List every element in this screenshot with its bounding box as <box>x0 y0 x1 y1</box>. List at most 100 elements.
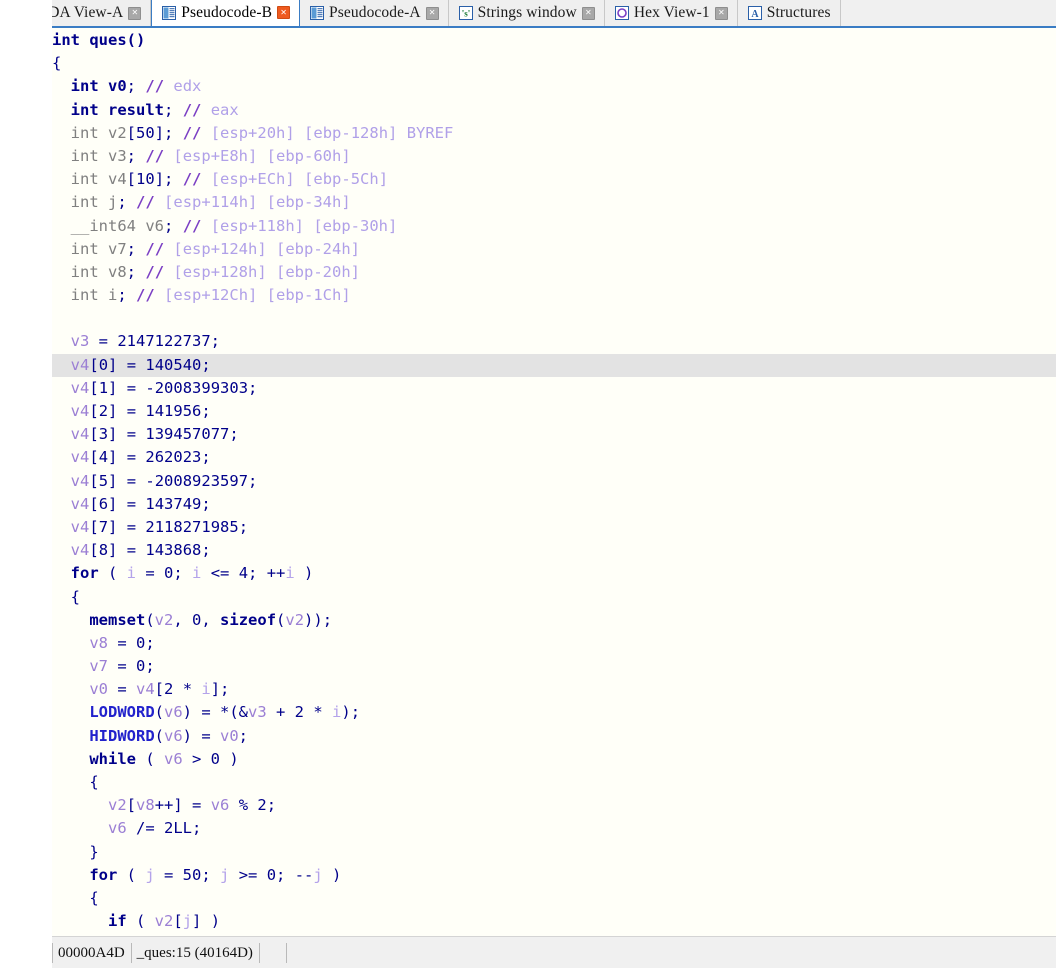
line-source: int i; // [esp+12Ch] [ebp-1Ch] <box>70 286 351 305</box>
tab-label: Hex View-1 <box>633 4 710 21</box>
line-source: v6 /= 2LL; <box>108 819 202 838</box>
code-line[interactable]: 18 v4[3] = 139457077; <box>0 423 1056 447</box>
svg-text:A: A <box>751 9 759 20</box>
line-source <box>52 307 1056 330</box>
status-offset: 00000A4D <box>52 942 132 963</box>
tab-label: Pseudocode-A <box>329 4 421 21</box>
code-line[interactable]: 5 int v2[50]; // [esp+20h] [ebp-128h] BY… <box>0 121 1056 145</box>
structures-icon: A <box>747 6 762 20</box>
code-line[interactable]: 37 for ( j = 50; j >= 0; --j ) <box>0 863 1056 887</box>
line-source: v4[8] = 143868; <box>70 541 211 560</box>
code-line[interactable]: 36 } <box>0 840 1056 864</box>
document-icon <box>162 5 177 20</box>
code-line[interactable]: 3 int v0; // edx <box>0 75 1056 99</box>
code-line[interactable]: 30 LODWORD(v6) = *(&v3 + 2 * i); <box>0 701 1056 725</box>
line-source: v8 = 0; <box>89 633 155 652</box>
tab-bar[interactable]: IDA View-A Pseudocode-B Pseudocode-A 's' Str… <box>0 0 1056 28</box>
tab-label: Pseudocode-B <box>181 3 273 21</box>
tab-hex-view-1[interactable]: Hex View-1 <box>604 0 738 26</box>
document-icon <box>310 6 325 20</box>
close-icon[interactable] <box>425 6 439 20</box>
line-source: v2[v8++] = v6 % 2; <box>108 796 277 815</box>
line-source: } <box>52 842 99 861</box>
pseudocode-editor[interactable]: 1int ques()2{3 int v0; // edx4 int resul… <box>0 28 1056 936</box>
line-source: { <box>52 587 80 606</box>
code-line[interactable]: 34 v2[v8++] = v6 % 2; <box>0 794 1056 818</box>
line-source: if ( v2[j] ) <box>108 912 221 931</box>
code-line[interactable]: 17 v4[2] = 141956; <box>0 400 1056 424</box>
line-source: int v2[50]; // [esp+20h] [ebp-128h] BYRE… <box>70 123 454 142</box>
code-line[interactable]: 7 int v4[10]; // [esp+ECh] [ebp-5Ch] <box>0 168 1056 192</box>
status-bar: 00000A4D _ques:15 (40164D) <box>0 0 1056 968</box>
code-line[interactable]: 19 v4[4] = 262023; <box>0 446 1056 470</box>
code-line[interactable]: 11 int v8; // [esp+128h] [ebp-20h] <box>0 260 1056 285</box>
code-line[interactable]: 23 v4[8] = 143868; <box>0 539 1056 563</box>
line-source: v3 = 2147122737; <box>70 332 221 351</box>
line-source: v4[3] = 139457077; <box>70 425 239 444</box>
code-line[interactable]: 12 int i; // [esp+12Ch] [ebp-1Ch] <box>0 284 1056 308</box>
strings-icon: 's' <box>458 6 473 20</box>
code-line[interactable]: 33 { <box>0 771 1056 795</box>
code-line[interactable]: 8 int j; // [esp+114h] [ebp-34h] <box>0 191 1056 215</box>
line-source: while ( v6 > 0 ) <box>89 749 239 768</box>
code-line[interactable]: 20 v4[5] = -2008923597; <box>0 469 1056 493</box>
line-source: { <box>52 888 99 907</box>
line-source: int v8; // [esp+128h] [ebp-20h] <box>70 262 360 281</box>
code-line[interactable]: 9 __int64 v6; // [esp+118h] [ebp-30h] <box>0 214 1056 238</box>
line-source: v4[4] = 262023; <box>70 448 211 467</box>
tab-pseudocode-a[interactable]: Pseudocode-A <box>300 0 449 26</box>
line-source: for ( i = 0; i <= 4; ++i ) <box>70 564 314 583</box>
code-line[interactable]: 27 v8 = 0; <box>0 631 1056 656</box>
code-line[interactable]: 1int ques() <box>0 29 1056 53</box>
code-line[interactable]: 22 v4[7] = 2118271985; <box>0 515 1056 540</box>
hex-icon <box>614 6 629 20</box>
code-line[interactable]: 26 memset(v2, 0, sizeof(v2)); <box>0 608 1056 632</box>
line-source: int result; // eax <box>70 100 239 119</box>
line-source: HIDWORD(v6) = v0; <box>89 726 249 745</box>
code-line[interactable]: 39 if ( v2[j] ) <box>0 910 1056 934</box>
line-source: v4[6] = 143749; <box>70 494 211 513</box>
svg-text:'s': 's' <box>461 9 470 19</box>
code-line[interactable]: 2{ <box>0 52 1056 76</box>
code-line[interactable]: 29 v0 = v4[2 * i]; <box>0 678 1056 702</box>
line-source: { <box>52 773 99 791</box>
line-source: v4[7] = 2118271985; <box>70 517 249 536</box>
line-source: memset(v2, 0, sizeof(v2)); <box>89 610 333 629</box>
tab-pseudocode-b[interactable]: Pseudocode-B <box>151 0 301 26</box>
line-source: for ( j = 50; j >= 0; --j ) <box>89 865 342 884</box>
close-icon[interactable] <box>714 6 728 20</box>
line-source: v4[2] = 141956; <box>70 402 211 420</box>
code-line[interactable]: 38 { <box>0 886 1056 911</box>
code-line[interactable]: 28 v7 = 0; <box>0 655 1056 679</box>
line-source: int v3; // [esp+E8h] [ebp-60h] <box>70 146 351 165</box>
code-line[interactable]: 4 int result; // eax <box>0 98 1056 122</box>
status-spacer <box>260 942 287 963</box>
close-icon[interactable] <box>128 6 142 20</box>
code-line[interactable]: 21 v4[6] = 143749; <box>0 492 1056 516</box>
line-source: v0 = v4[2 * i]; <box>89 680 230 699</box>
line-source: v7 = 0; <box>89 657 155 676</box>
line-source: { <box>52 54 62 73</box>
line-source: v4[0] = 140540; <box>70 355 211 374</box>
code-line[interactable]: 25 { <box>0 585 1056 609</box>
code-line[interactable]: 35 v6 /= 2LL; <box>0 817 1056 841</box>
line-source: int v0; // edx <box>70 77 202 96</box>
tab-strings-window[interactable]: 's' Strings window <box>448 0 605 26</box>
code-line[interactable]: 31 HIDWORD(v6) = v0; <box>0 724 1056 748</box>
code-line[interactable]: 10 int v7; // [esp+124h] [ebp-24h] <box>0 237 1056 261</box>
code-line[interactable]: 15 v4[0] = 140540; <box>0 353 1056 377</box>
close-icon[interactable] <box>277 6 291 19</box>
code-line[interactable]: 16 v4[1] = -2008399303; <box>0 376 1056 400</box>
code-line[interactable]: 6 int v3; // [esp+E8h] [ebp-60h] <box>0 144 1056 169</box>
line-source: int j; // [esp+114h] [ebp-34h] <box>70 193 351 212</box>
close-icon[interactable] <box>581 6 595 20</box>
tab-label: Strings window <box>477 4 577 21</box>
code-line[interactable]: 14 v3 = 2147122737; <box>0 330 1056 354</box>
line-source: __int64 v6; // [esp+118h] [ebp-30h] <box>70 216 398 235</box>
code-line[interactable]: 13 <box>0 307 1056 331</box>
code-line[interactable]: 24 for ( i = 0; i <= 4; ++i ) <box>0 562 1056 586</box>
tab-label: Structures <box>766 4 831 21</box>
status-left-strip <box>0 0 52 968</box>
code-line[interactable]: 32 while ( v6 > 0 ) <box>0 747 1056 771</box>
tab-structures[interactable]: A Structures <box>737 0 841 26</box>
